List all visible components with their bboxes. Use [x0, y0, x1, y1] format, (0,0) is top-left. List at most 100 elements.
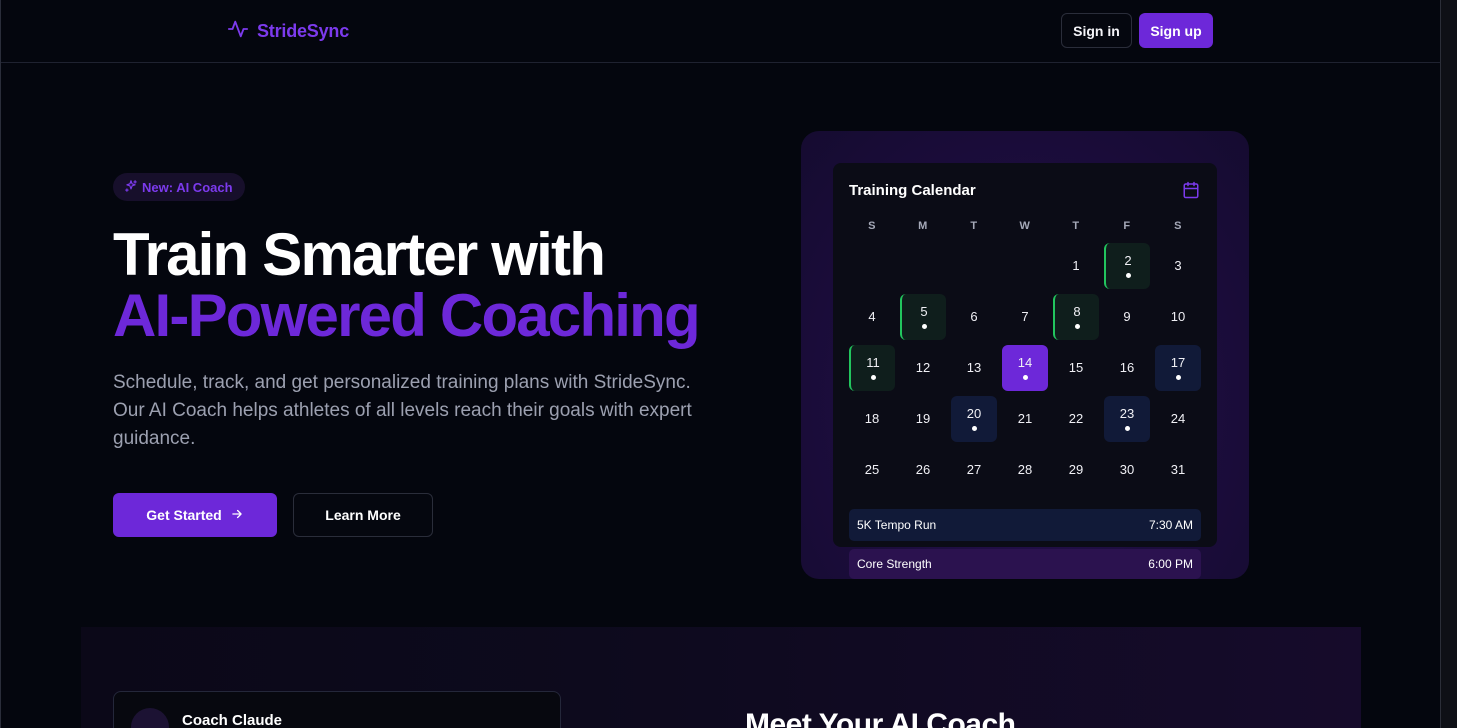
workout-dot-indicator [1022, 375, 1028, 380]
workout-dot-indicator [1125, 273, 1131, 278]
calendar-day[interactable]: 8 [1053, 294, 1099, 340]
calendar-day[interactable]: 30 [1104, 447, 1150, 493]
weekday-label: M [918, 220, 928, 232]
new-feature-badge: New: AI Coach [113, 173, 245, 201]
calendar-day[interactable]: 14 [1002, 345, 1048, 391]
calendar-day-number: 5 [920, 304, 928, 319]
calendar-day-number: 23 [1119, 406, 1135, 421]
weekday-label: T [1072, 220, 1080, 232]
get-started-label: Get Started [146, 507, 222, 523]
calendar-day[interactable]: 31 [1155, 447, 1201, 493]
brand-name: StrideSync [257, 21, 350, 41]
coach-name: Coach Claude [182, 712, 283, 728]
calendar-day[interactable]: 16 [1104, 345, 1150, 391]
calendar-day-number: 25 [864, 462, 880, 477]
weekday-label: S [1174, 220, 1182, 232]
calendar-day[interactable]: 5 [900, 294, 946, 340]
calendar-day[interactable]: 22 [1053, 396, 1099, 442]
get-started-button[interactable]: Get Started [113, 493, 277, 537]
calendar-day-number: 4 [868, 309, 876, 324]
calendar-icon[interactable] [1182, 181, 1200, 204]
calendar-day[interactable]: 15 [1053, 345, 1099, 391]
calendar-day[interactable]: 29 [1053, 447, 1099, 493]
event-time: 6:00 PM [1148, 557, 1193, 571]
calendar-day[interactable]: 20 [951, 396, 997, 442]
weekday-label: T [970, 220, 978, 232]
calendar-day[interactable]: 26 [900, 447, 946, 493]
calendar-day[interactable]: 1 [1053, 243, 1099, 289]
event-item[interactable]: 5K Tempo Run 7:30 AM [849, 509, 1201, 541]
calendar-day[interactable]: 11 [849, 345, 895, 391]
calendar-day-number: 6 [970, 309, 978, 324]
calendar-day-number: 2 [1124, 253, 1132, 268]
calendar-day-number: 8 [1073, 304, 1081, 319]
workout-dot-indicator [971, 426, 977, 431]
calendar-day-number: 19 [915, 411, 931, 426]
learn-more-button[interactable]: Learn More [293, 493, 433, 537]
calendar-day[interactable]: 9 [1104, 294, 1150, 340]
brand-logo[interactable]: StrideSync [227, 18, 349, 45]
calendar-day-number: 3 [1174, 258, 1182, 273]
calendar-day-number: 20 [966, 406, 982, 421]
sign-up-button[interactable]: Sign up [1139, 13, 1213, 48]
calendar-day[interactable]: 12 [900, 345, 946, 391]
weekday-label: F [1123, 220, 1131, 232]
badge-label: New: AI Coach [142, 179, 233, 195]
calendar-day[interactable]: 6 [951, 294, 997, 340]
calendar-day-number: 22 [1068, 411, 1084, 426]
coach-chat-card [113, 691, 561, 728]
event-item[interactable]: Core Strength 6:00 PM [849, 549, 1201, 579]
calendar-day-number: 16 [1119, 360, 1135, 375]
calendar-day-number: 27 [966, 462, 982, 477]
calendar-day[interactable]: 21 [1002, 396, 1048, 442]
workout-dot-indicator [1124, 426, 1130, 431]
hero-heading-line1: Train Smarter with [113, 221, 606, 288]
event-name: 5K Tempo Run [857, 518, 937, 532]
calendar-day-number: 7 [1021, 309, 1029, 324]
event-time: 7:30 AM [1148, 518, 1193, 532]
calendar-day-number: 1 [1072, 258, 1080, 273]
calendar-day-number: 29 [1068, 462, 1084, 477]
right-side-rail [1440, 0, 1457, 728]
calendar-day-number: 12 [915, 360, 931, 375]
calendar-day[interactable]: 23 [1104, 396, 1150, 442]
calendar-title: Training Calendar [849, 182, 976, 199]
calendar-day[interactable]: 27 [951, 447, 997, 493]
workout-dot-indicator [1074, 324, 1080, 329]
calendar-day-number: 28 [1017, 462, 1033, 477]
hero-heading: Train Smarter with AI-Powered Coaching [113, 221, 701, 349]
calendar-day[interactable]: 19 [900, 396, 946, 442]
calendar-day[interactable]: 25 [849, 447, 895, 493]
calendar-day[interactable]: 17 [1155, 345, 1201, 391]
calendar-day-number: 14 [1017, 355, 1033, 370]
calendar-day-number: 18 [864, 411, 880, 426]
calendar-day[interactable]: 4 [849, 294, 895, 340]
calendar-day-number: 21 [1017, 411, 1033, 426]
workout-dot-indicator [921, 324, 927, 329]
workout-dot-indicator [870, 375, 876, 380]
event-name: Core Strength [857, 557, 932, 571]
hero-description: Schedule, track, and get personalized tr… [113, 372, 692, 449]
calendar-day-number: 9 [1123, 309, 1131, 324]
page-viewport: StrideSync Sign in Sign up New: AI Coach… [0, 0, 1440, 728]
sparkles-icon [124, 179, 138, 196]
top-navbar: StrideSync Sign in Sign up [1, 0, 1440, 63]
calendar-day[interactable]: 3 [1155, 243, 1201, 289]
calendar-day-number: 15 [1068, 360, 1084, 375]
calendar-day[interactable]: 13 [951, 345, 997, 391]
weekday-label: W [1019, 220, 1031, 232]
calendar-day-number: 13 [966, 360, 982, 375]
calendar-day[interactable]: 28 [1002, 447, 1048, 493]
calendar-day-number: 11 [866, 355, 880, 370]
workout-dot-indicator [1175, 375, 1181, 380]
calendar-day[interactable]: 2 [1104, 243, 1150, 289]
sign-in-button[interactable]: Sign in [1061, 13, 1132, 48]
calendar-day[interactable]: 7 [1002, 294, 1048, 340]
hero-heading-line2: AI-Powered Coaching [113, 282, 701, 349]
calendar-day[interactable]: 18 [849, 396, 895, 442]
calendar-day-number: 17 [1170, 355, 1186, 370]
calendar-day[interactable]: 24 [1155, 396, 1201, 442]
arrow-right-icon [230, 507, 244, 524]
calendar-day[interactable]: 10 [1155, 294, 1201, 340]
ai-coach-section-title: Meet Your AI Coach [745, 708, 1016, 728]
